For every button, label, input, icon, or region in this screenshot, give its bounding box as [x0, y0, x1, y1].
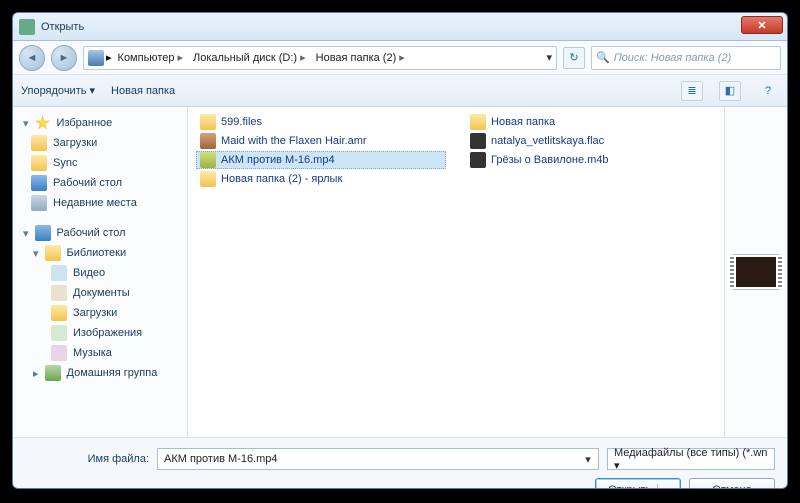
- star-icon: [35, 115, 51, 131]
- sidebar-item-music[interactable]: Музыка: [13, 343, 187, 363]
- back-button[interactable]: ◄: [19, 45, 45, 71]
- file-icon: [470, 152, 486, 168]
- refresh-icon: ↻: [569, 51, 578, 64]
- computer-icon: [88, 50, 104, 66]
- pane-icon: ◧: [725, 84, 735, 97]
- desktop-icon: [31, 175, 47, 191]
- cancel-button[interactable]: Отмена: [689, 478, 775, 489]
- back-icon: ◄: [27, 52, 38, 64]
- search-placeholder: Поиск: Новая папка (2): [614, 52, 732, 64]
- file-icon: [470, 133, 486, 149]
- file-item[interactable]: Новая папка (2) - ярлык: [196, 170, 446, 188]
- refresh-button[interactable]: ↻: [563, 47, 585, 69]
- navbar: ◄ ► ▸ Компьютер▸ Локальный диск (D:)▸ Но…: [13, 41, 787, 75]
- search-input[interactable]: 🔍 Поиск: Новая папка (2): [591, 46, 781, 70]
- crumb-computer[interactable]: Компьютер▸: [114, 51, 187, 64]
- chevron-right-icon: ▸: [177, 51, 183, 64]
- filename-combo[interactable]: АКМ против М-16.mp4 ▾: [157, 448, 599, 470]
- file-name: natalya_vetlitskaya.flac: [491, 135, 604, 147]
- app-icon: [19, 19, 35, 35]
- sidebar-item-downloads[interactable]: Загрузки: [13, 133, 187, 153]
- folder-icon: [31, 155, 47, 171]
- file-icon: [200, 114, 216, 130]
- file-list[interactable]: 599.files Maid with the Flaxen Hair.amr АК…: [188, 107, 724, 437]
- filename-value: АКМ против М-16.mp4: [164, 453, 278, 465]
- forward-icon: ►: [59, 52, 70, 64]
- sidebar-desktop-header[interactable]: ▾Рабочий стол: [13, 223, 187, 243]
- titlebar: Открыть ✕: [13, 13, 787, 41]
- window-title: Открыть: [41, 21, 84, 33]
- file-icon: [200, 133, 216, 149]
- crumb-disk[interactable]: Локальный диск (D:)▸: [189, 51, 310, 64]
- new-folder-button[interactable]: Новая папка: [111, 85, 175, 97]
- crumb-folder[interactable]: Новая папка (2)▸: [312, 51, 409, 64]
- sidebar-item-images[interactable]: Изображения: [13, 323, 187, 343]
- file-item[interactable]: 599.files: [196, 113, 446, 131]
- image-icon: [51, 325, 67, 341]
- chevron-down-icon: ▾: [33, 247, 39, 260]
- chevron-down-icon[interactable]: ▾: [546, 51, 552, 64]
- music-icon: [51, 345, 67, 361]
- file-icon: [200, 152, 216, 168]
- sidebar-item-documents[interactable]: Документы: [13, 283, 187, 303]
- video-thumbnail: [734, 255, 778, 289]
- open-button[interactable]: Открыть ▾: [595, 478, 681, 489]
- file-item[interactable]: natalya_vetlitskaya.flac: [466, 132, 716, 150]
- breadcrumb[interactable]: ▸ Компьютер▸ Локальный диск (D:)▸ Новая …: [83, 46, 557, 70]
- preview-pane: [724, 107, 787, 437]
- sidebar-item-video[interactable]: Видео: [13, 263, 187, 283]
- split-chevron-icon[interactable]: ▾: [657, 484, 668, 490]
- file-name: Новая папка: [491, 116, 555, 128]
- video-icon: [51, 265, 67, 281]
- chevron-right-icon: ▸: [33, 367, 39, 380]
- view-icon: ≣: [687, 84, 696, 97]
- sidebar-item-downloads2[interactable]: Загрузки: [13, 303, 187, 323]
- file-item[interactable]: Новая папка: [466, 113, 716, 131]
- desktop-icon: [35, 225, 51, 241]
- help-button[interactable]: ?: [757, 81, 779, 101]
- file-item[interactable]: АКМ против М-16.mp4: [196, 151, 446, 169]
- chevron-down-icon: ▾: [23, 117, 29, 130]
- forward-button[interactable]: ►: [51, 45, 77, 71]
- file-icon: [470, 114, 486, 130]
- close-icon: ✕: [757, 19, 766, 32]
- file-name: 599.files: [221, 116, 262, 128]
- chevron-right-icon: ▸: [300, 51, 306, 64]
- view-menu[interactable]: ≣: [681, 81, 703, 101]
- recent-icon: [31, 195, 47, 211]
- sidebar-libraries-header[interactable]: ▾Библиотеки: [13, 243, 187, 263]
- file-name: АКМ против М-16.mp4: [221, 154, 335, 166]
- sidebar-item-recent[interactable]: Недавние места: [13, 193, 187, 213]
- homegroup-icon: [45, 365, 61, 381]
- folder-icon: [51, 305, 67, 321]
- chevron-down-icon: ▾: [23, 227, 29, 240]
- chevron-right-icon: ▸: [106, 51, 112, 64]
- preview-toggle[interactable]: ◧: [719, 81, 741, 101]
- chevron-right-icon: ▸: [399, 51, 405, 64]
- body: ▾Избранное Загрузки Sync Рабочий стол Не…: [13, 107, 787, 437]
- sidebar: ▾Избранное Загрузки Sync Рабочий стол Не…: [13, 107, 188, 437]
- library-icon: [45, 245, 61, 261]
- chevron-down-icon[interactable]: ▾: [580, 451, 596, 467]
- toolbar: Упорядочить ▾ Новая папка ≣ ◧ ?: [13, 75, 787, 107]
- document-icon: [51, 285, 67, 301]
- file-icon: [200, 171, 216, 187]
- file-item[interactable]: Грёзы о Вавилоне.m4b: [466, 151, 716, 169]
- sidebar-homegroup[interactable]: ▸Домашняя группа: [13, 363, 187, 383]
- search-icon: 🔍: [596, 51, 610, 64]
- organize-menu[interactable]: Упорядочить ▾: [21, 84, 95, 97]
- open-dialog: Открыть ✕ ◄ ► ▸ Компьютер▸ Локальный дис…: [12, 12, 788, 489]
- file-name: Грёзы о Вавилоне.m4b: [491, 154, 609, 166]
- close-button[interactable]: ✕: [741, 16, 783, 34]
- filetype-filter[interactable]: Медиафайлы (все типы) (*.wn ▾: [607, 448, 775, 470]
- file-item[interactable]: Maid with the Flaxen Hair.amr: [196, 132, 446, 150]
- file-name: Новая папка (2) - ярлык: [221, 173, 342, 185]
- folder-icon: [31, 135, 47, 151]
- filename-label: Имя файла:: [25, 453, 149, 465]
- file-name: Maid with the Flaxen Hair.amr: [221, 135, 367, 147]
- sidebar-favorites-header[interactable]: ▾Избранное: [13, 113, 187, 133]
- footer: Имя файла: АКМ против М-16.mp4 ▾ Медиафа…: [13, 437, 787, 489]
- sidebar-item-desktop[interactable]: Рабочий стол: [13, 173, 187, 193]
- sidebar-item-sync[interactable]: Sync: [13, 153, 187, 173]
